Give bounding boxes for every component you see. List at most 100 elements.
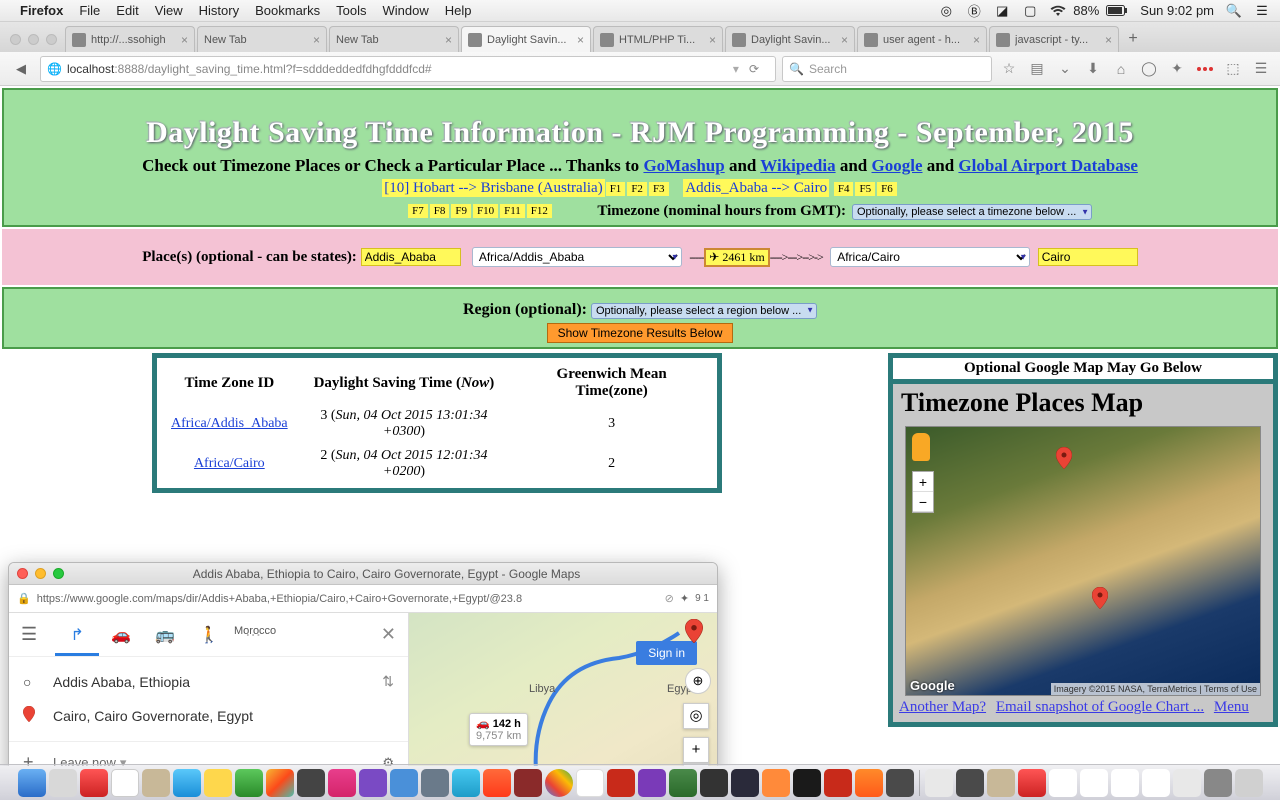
url-bar[interactable]: 🌐 localhost:8888/daylight_saving_time.ht…	[40, 56, 776, 82]
destination-field[interactable]: Cairo, Cairo Governorate, Egypt	[53, 708, 253, 724]
dock-app-icon[interactable]	[545, 769, 573, 797]
hamburger-icon[interactable]: ☰	[1250, 58, 1272, 80]
dock-app-icon[interactable]	[638, 769, 666, 797]
dock-app-icon[interactable]	[855, 769, 883, 797]
dock-app-icon[interactable]	[452, 769, 480, 797]
dock-app-icon[interactable]	[886, 769, 914, 797]
tab[interactable]: New Tab×	[329, 26, 459, 52]
fkey[interactable]: F12	[527, 204, 552, 218]
tab-close-icon[interactable]: ×	[445, 33, 452, 47]
dock-app-icon[interactable]	[1142, 769, 1170, 797]
fkey[interactable]: F11	[500, 204, 525, 218]
dock-app-icon[interactable]	[824, 769, 852, 797]
spotlight-icon[interactable]: 🔍	[1226, 3, 1242, 19]
addon-icon[interactable]: ⬚	[1222, 58, 1244, 80]
mode-transit-icon[interactable]: 🚌	[143, 625, 187, 645]
menu-bookmarks[interactable]: Bookmarks	[255, 3, 320, 18]
fkey[interactable]: F6	[877, 182, 897, 196]
route-link-2[interactable]: Addis_Ababa --> Cairo	[683, 179, 829, 197]
swap-icon[interactable]: ⇅	[382, 673, 394, 690]
new-tab-button[interactable]: +	[1121, 30, 1145, 48]
link-gad[interactable]: Global Airport Database	[958, 156, 1137, 175]
dock-app-icon[interactable]	[1173, 769, 1201, 797]
dock-app-icon[interactable]	[700, 769, 728, 797]
tab[interactable]: javascript - ty...×	[989, 26, 1119, 52]
place1-input[interactable]	[361, 248, 461, 266]
tab[interactable]: New Tab×	[197, 26, 327, 52]
mode-walk-icon[interactable]: 🚶	[187, 625, 231, 645]
dock-app-icon[interactable]	[18, 769, 46, 797]
bookmark-icon[interactable]: ☆	[998, 58, 1020, 80]
tab[interactable]: Daylight Savin...×	[725, 26, 855, 52]
dock-app-icon[interactable]	[111, 769, 139, 797]
pocket-icon[interactable]: ⌄	[1054, 58, 1076, 80]
origin-field[interactable]: Addis Ababa, Ethiopia	[53, 674, 190, 690]
route-map[interactable]: Morocco Libya Egypt Niger Sudan 🚗 142 h9…	[409, 613, 717, 766]
dock-app-icon[interactable]	[956, 769, 984, 797]
region-select[interactable]: Optionally, please select a region below…	[591, 303, 817, 319]
dock-app-icon[interactable]	[576, 769, 604, 797]
link-gomashup[interactable]: GoMashup	[643, 156, 724, 175]
dock-app-icon[interactable]	[514, 769, 542, 797]
window-controls[interactable]	[17, 568, 64, 579]
zoom-in[interactable]: +	[683, 737, 709, 763]
tab[interactable]: http://...ssohigh×	[65, 26, 195, 52]
close-icon[interactable]: ✕	[381, 624, 396, 645]
tab-close-icon[interactable]: ×	[1105, 33, 1112, 47]
dock-app-icon[interactable]	[49, 769, 77, 797]
menu-view[interactable]: View	[155, 3, 183, 18]
tab[interactable]: HTML/PHP Ti...×	[593, 26, 723, 52]
tz-select[interactable]: Optionally, please select a timezone bel…	[852, 204, 1092, 220]
dock-app-icon[interactable]	[328, 769, 356, 797]
map-marker-icon[interactable]	[1056, 447, 1072, 469]
add-photo-icon[interactable]: ⊕	[685, 668, 711, 694]
dock-app-icon[interactable]	[204, 769, 232, 797]
dock-app-icon[interactable]	[762, 769, 790, 797]
dock-app-icon[interactable]	[1049, 769, 1077, 797]
dock-app-icon[interactable]	[266, 769, 294, 797]
link-google[interactable]: Google	[872, 156, 923, 175]
status-icon[interactable]: Ⓑ	[966, 3, 982, 19]
dock-app-icon[interactable]	[142, 769, 170, 797]
addon-icon[interactable]: ✦	[1166, 58, 1188, 80]
fkey[interactable]: F9	[451, 204, 471, 218]
dock-app-icon[interactable]	[669, 769, 697, 797]
dock-app-icon[interactable]	[1204, 769, 1232, 797]
fkey[interactable]: F4	[834, 182, 854, 196]
fkey[interactable]: F8	[430, 204, 450, 218]
menu-history[interactable]: History	[199, 3, 239, 18]
dock-app-icon[interactable]	[925, 769, 953, 797]
menu-edit[interactable]: Edit	[116, 3, 138, 18]
addon-icon[interactable]: ✦	[680, 592, 689, 605]
tab-close-icon[interactable]: ×	[313, 33, 320, 47]
tab[interactable]: user agent - h...×	[857, 26, 987, 52]
dock-app-icon[interactable]	[390, 769, 418, 797]
tz-link[interactable]: Africa/Cairo	[194, 456, 265, 471]
satellite-map[interactable]: +− Google Imagery ©2015 NASA, TerraMetri…	[905, 426, 1261, 696]
status-icon[interactable]: ◎	[938, 3, 954, 19]
home-icon[interactable]: ⌂	[1110, 58, 1132, 80]
dock-app-icon[interactable]	[421, 769, 449, 797]
menu-window[interactable]: Window	[383, 3, 429, 18]
tab-close-icon[interactable]: ×	[973, 33, 980, 47]
route-link-1[interactable]: [10] Hobart --> Brisbane (Australia)	[382, 179, 604, 197]
dock-app-icon[interactable]	[1080, 769, 1108, 797]
tz-link[interactable]: Africa/Addis_Ababa	[171, 416, 288, 431]
dock-trash-icon[interactable]	[1235, 769, 1263, 797]
tz1-select[interactable]: Africa/Addis_Ababa	[472, 247, 682, 267]
menu-icon[interactable]: ☰	[1254, 3, 1270, 19]
search-bar[interactable]: 🔍 Search	[782, 56, 992, 82]
menu-file[interactable]: File	[79, 3, 100, 18]
tab-close-icon[interactable]: ×	[841, 33, 848, 47]
link-wikipedia[interactable]: Wikipedia	[760, 156, 835, 175]
dock-app-icon[interactable]	[483, 769, 511, 797]
addon-icon[interactable]	[1194, 58, 1216, 80]
place2-input[interactable]	[1038, 248, 1138, 266]
pegman-icon[interactable]	[912, 433, 930, 461]
status-icon[interactable]: ◪	[994, 3, 1010, 19]
fkey[interactable]: F3	[649, 182, 669, 196]
map-marker-icon[interactable]	[1092, 587, 1108, 609]
reader-icon[interactable]: ▤	[1026, 58, 1048, 80]
dock-app-icon[interactable]	[731, 769, 759, 797]
dock-app-icon[interactable]	[359, 769, 387, 797]
